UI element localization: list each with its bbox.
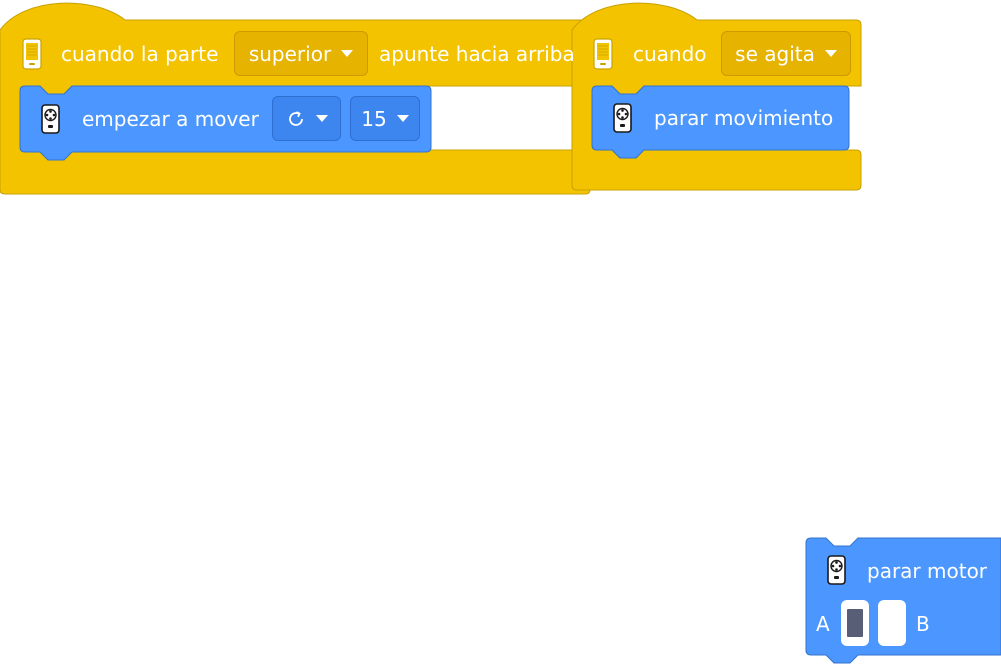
chevron-down-icon	[824, 50, 837, 57]
remote-control-icon	[826, 555, 848, 585]
tablet-icon	[592, 38, 614, 70]
port-a-selected-indicator	[847, 609, 863, 637]
chevron-down-icon	[315, 115, 328, 122]
direction-dropdown[interactable]	[272, 96, 341, 141]
port-a-toggle[interactable]	[841, 600, 869, 646]
remote-control-icon	[40, 104, 62, 134]
remote-control-icon	[612, 103, 634, 133]
shake-dropdown-value: se agita	[735, 41, 815, 66]
event-shake-prefix-label: cuando	[633, 42, 707, 66]
tablet-icon	[21, 38, 43, 70]
motion-stop-label: parar movimiento	[654, 106, 834, 130]
speed-dropdown[interactable]: 15	[350, 96, 420, 141]
chevron-down-icon	[341, 50, 354, 57]
chevron-down-icon	[396, 115, 409, 122]
workspace-canvas	[0, 2, 1001, 664]
speed-dropdown-value: 15	[361, 106, 387, 131]
motion-start-label: empezar a mover	[82, 107, 259, 131]
port-b-label: B	[916, 612, 930, 636]
shake-dropdown[interactable]: se agita	[721, 31, 851, 76]
port-b-toggle[interactable]	[878, 600, 906, 646]
event-tilt-suffix-label: apunte hacia arriba	[379, 42, 575, 66]
event-tilt-prefix-label: cuando la parte	[61, 42, 219, 66]
motor-stop-label: parar motor	[867, 559, 988, 583]
part-dropdown-value: superior	[248, 41, 332, 66]
rotate-clockwise-icon	[286, 109, 306, 129]
part-dropdown[interactable]: superior	[234, 31, 368, 76]
port-a-label: A	[816, 612, 830, 636]
